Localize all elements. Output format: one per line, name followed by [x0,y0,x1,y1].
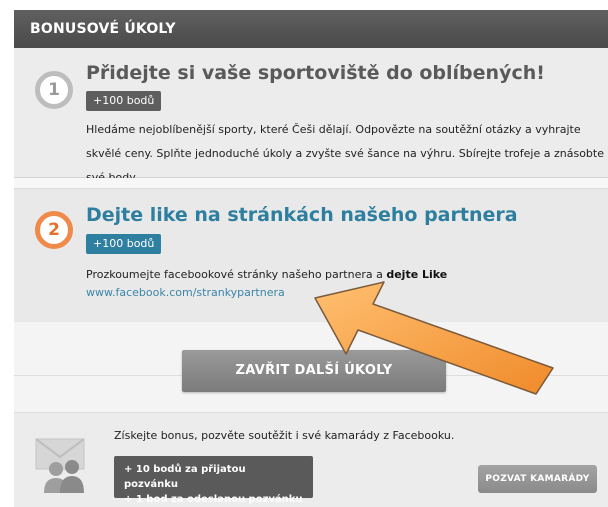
close-tasks-button[interactable]: ZAVŘIT DALŠÍ ÚKOLY [182,350,446,392]
task-title-2[interactable]: Dejte like na stránkách našeho partnera [86,204,518,226]
task-points-badge-2: +100 bodů [86,234,162,254]
section-title: BONUSOVÉ ÚKOLY [30,21,176,37]
envelope-people-icon [35,438,85,493]
invite-friends-button[interactable]: POZVAT KAMARÁDY [478,465,597,493]
invite-text: Získejte bonus, pozvěte soutěžit i své k… [114,429,455,442]
partner-link[interactable]: www.facebook.com/strankypartnera [86,286,285,299]
invite-friends-panel: Získejte bonus, pozvěte soutěžit i své k… [14,412,608,507]
bonus-line-sent: + 1 bod za odeslanou pozvánku [124,494,303,505]
task-number-2: 2 [35,211,73,249]
section-header: BONUSOVÉ ÚKOLY [14,10,608,48]
task-card-1: 1 Přidejte si vaše sportoviště do oblíbe… [14,48,608,184]
task-points-badge-1: +100 bodů [86,91,162,111]
bonus-line-accepted: + 10 bodů za přijatou pozvánku [124,464,246,490]
task-number-1: 1 [35,71,73,109]
task-description-bold: dejte Like [386,268,448,281]
invite-bonus-box: + 10 bodů za přijatou pozvánku + 1 bod z… [114,456,313,505]
task-title-1[interactable]: Přidejte si vaše sportoviště do oblíbený… [86,62,545,84]
task-description-text: Prozkoumejte facebookové stránky našeho … [86,268,387,281]
task-card-2: 2 Dejte like na stránkách našeho partner… [14,188,608,322]
task-description-2: Prozkoumejte facebookové stránky našeho … [86,267,604,283]
card-divider [14,178,608,188]
